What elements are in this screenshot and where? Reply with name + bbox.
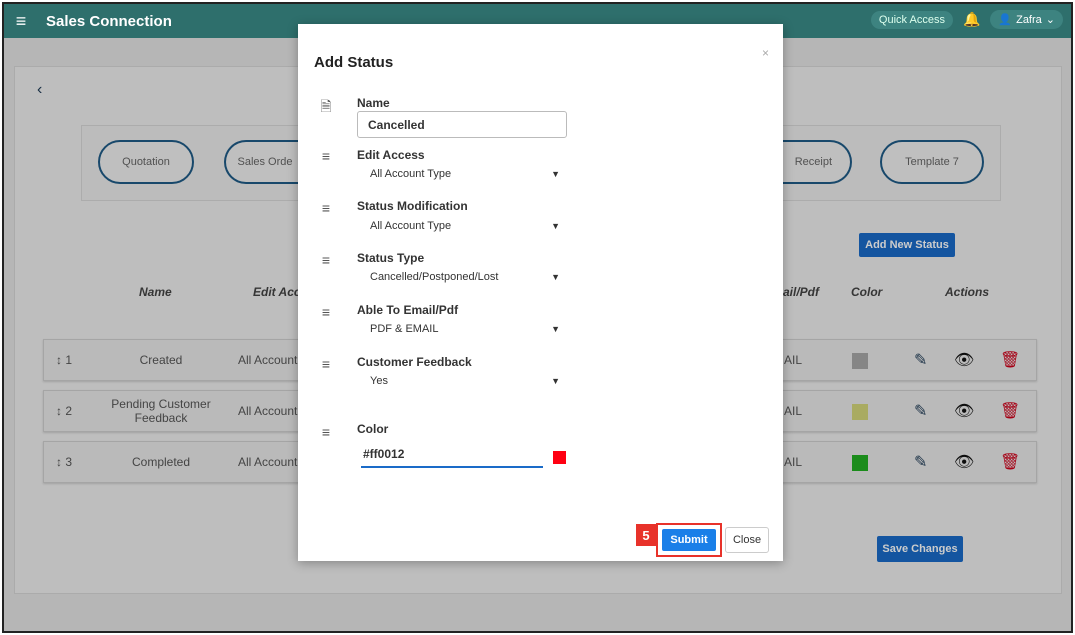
color-input[interactable]: #ff0012 (361, 442, 543, 468)
list-icon: ≡ (321, 304, 331, 320)
list-icon: ≡ (321, 252, 331, 268)
email-pdf-label: Able To Email/Pdf (357, 303, 459, 317)
screen: ≡ Sales Connection Quick Access 🔔 👤 Zafr… (2, 2, 1073, 633)
step-number-badge: 5 (636, 524, 656, 546)
close-icon[interactable]: × (762, 46, 769, 60)
caret-down-icon: ▼ (551, 221, 560, 231)
document-icon: 🗎 (320, 98, 332, 114)
list-icon: ≡ (321, 424, 331, 440)
edit-access-value: All Account Type (370, 168, 452, 180)
status-modification-label: Status Modification (357, 199, 468, 213)
caret-down-icon: ▼ (551, 272, 560, 282)
email-pdf-value: PDF & EMAIL (370, 323, 439, 335)
edit-access-select[interactable]: All Account Type ▼ (370, 166, 560, 182)
list-icon: ≡ (321, 356, 331, 372)
caret-down-icon: ▼ (551, 169, 560, 179)
status-modification-value: All Account Type (370, 220, 452, 232)
chevron-down-icon: ⌄ (1045, 14, 1055, 26)
customer-feedback-label: Customer Feedback (357, 355, 472, 369)
name-input[interactable]: Cancelled (357, 111, 567, 138)
status-type-select[interactable]: Cancelled/Postponed/Lost ▼ (370, 269, 560, 285)
user-name: Zafra (1016, 13, 1042, 26)
quick-access-button[interactable]: Quick Access (870, 10, 953, 29)
customer-feedback-select[interactable]: Yes ▼ (370, 373, 560, 389)
submit-button[interactable]: Submit (662, 529, 716, 551)
user-menu[interactable]: 👤 Zafra ⌄ (990, 10, 1063, 29)
status-type-value: Cancelled/Postponed/Lost (370, 271, 499, 283)
submit-highlight: Submit (656, 523, 722, 557)
user-icon: 👤 (998, 14, 1013, 26)
bell-icon[interactable]: 🔔 (963, 11, 980, 28)
edit-access-label: Edit Access (357, 148, 425, 162)
name-label: Name (357, 96, 390, 110)
color-label: Color (357, 422, 389, 436)
close-button[interactable]: Close (725, 527, 769, 553)
list-icon: ≡ (321, 148, 331, 164)
caret-down-icon: ▼ (551, 376, 560, 386)
email-pdf-select[interactable]: PDF & EMAIL ▼ (370, 321, 560, 337)
status-modification-select[interactable]: All Account Type ▼ (370, 218, 560, 234)
list-icon: ≡ (321, 200, 331, 216)
add-status-dialog: Add Status × 🗎 Name Cancelled ≡ Edit Acc… (298, 24, 783, 561)
status-type-label: Status Type (357, 251, 425, 265)
dialog-title: Add Status (314, 54, 394, 71)
caret-down-icon: ▼ (551, 324, 560, 334)
app-title: Sales Connection (46, 12, 172, 30)
top-right-controls: Quick Access 🔔 👤 Zafra ⌄ (870, 10, 1063, 29)
hamburger-menu-icon[interactable]: ≡ (4, 4, 38, 38)
color-preview-swatch[interactable] (553, 451, 566, 464)
customer-feedback-value: Yes (370, 375, 388, 387)
